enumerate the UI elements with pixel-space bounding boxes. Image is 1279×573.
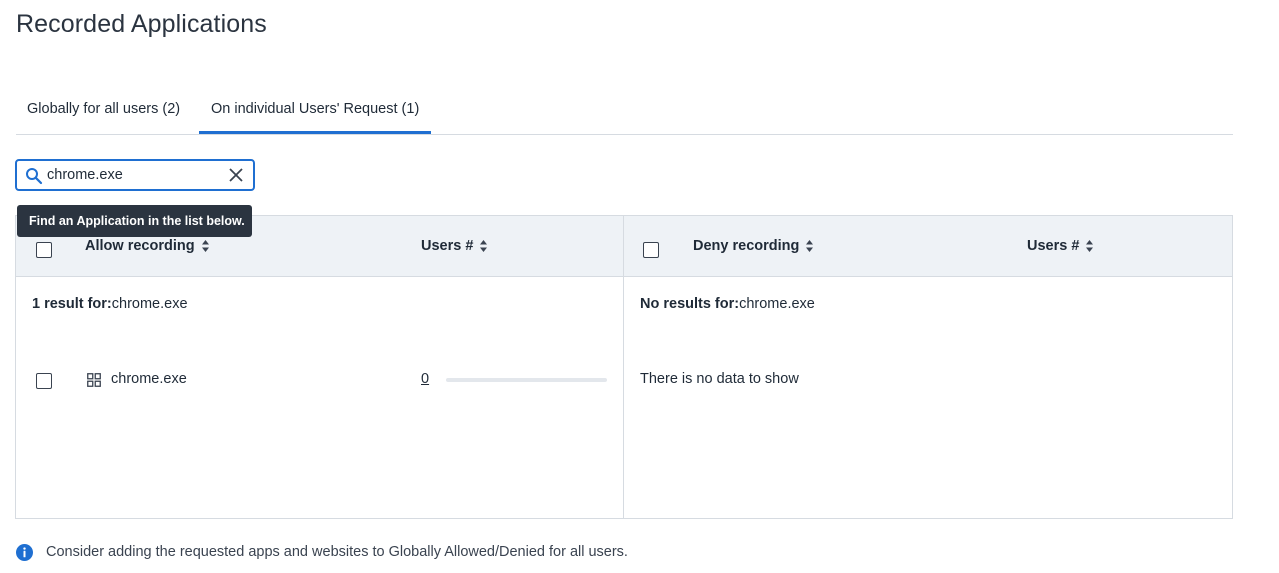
grid-icon <box>87 373 101 387</box>
app-name: chrome.exe <box>111 371 187 387</box>
allow-select-all-checkbox[interactable] <box>36 242 52 258</box>
allow-column-label: Allow recording <box>85 238 195 254</box>
page-title: Recorded Applications <box>16 10 267 38</box>
search-box <box>15 159 255 191</box>
tab-bar: Globally for all users (2) On individual… <box>16 86 1233 135</box>
sort-icon <box>480 240 488 252</box>
deny-recording-panel: Deny recording Users # No results for:ch… <box>623 215 1233 519</box>
deny-column-label: Deny recording <box>693 238 800 254</box>
row-checkbox[interactable] <box>36 373 52 389</box>
info-message: Consider adding the requested apps and w… <box>46 544 628 560</box>
deny-result-query: chrome.exe <box>739 296 815 312</box>
deny-users-column-header[interactable]: Users # <box>1027 238 1094 254</box>
allow-column-header[interactable]: Allow recording <box>85 238 210 254</box>
sort-icon <box>806 240 814 252</box>
allow-users-column-header[interactable]: Users # <box>421 238 488 254</box>
search-icon <box>26 168 43 185</box>
allow-result-count: 1 result for:chrome.exe <box>32 296 188 312</box>
deny-result-prefix: No results for: <box>640 296 740 312</box>
users-count-link[interactable]: 0 <box>421 371 429 387</box>
deny-panel-header: Deny recording Users # <box>624 216 1232 277</box>
allow-result-prefix: 1 result for: <box>32 296 112 312</box>
allow-users-column-label: Users # <box>421 238 474 254</box>
sort-icon <box>201 240 209 252</box>
deny-column-header[interactable]: Deny recording <box>693 238 814 254</box>
sort-icon <box>1086 240 1094 252</box>
search-tooltip: Find an Application in the list below. <box>17 205 252 237</box>
deny-result-count: No results for:chrome.exe <box>640 296 815 312</box>
deny-users-column-label: Users # <box>1027 238 1080 254</box>
deny-select-all-checkbox[interactable] <box>643 242 659 258</box>
info-icon <box>16 544 33 561</box>
allow-recording-panel: Allow recording Users # 1 result for:chr… <box>15 215 624 519</box>
search-input[interactable] <box>47 165 227 185</box>
empty-state-message: There is no data to show <box>640 371 799 387</box>
users-bar-track <box>446 378 607 382</box>
close-icon[interactable] <box>229 168 243 182</box>
allow-result-query: chrome.exe <box>111 296 188 312</box>
tab-globally[interactable]: Globally for all users (2) <box>27 86 180 134</box>
tab-individual-requests[interactable]: On individual Users' Request (1) <box>199 86 432 134</box>
